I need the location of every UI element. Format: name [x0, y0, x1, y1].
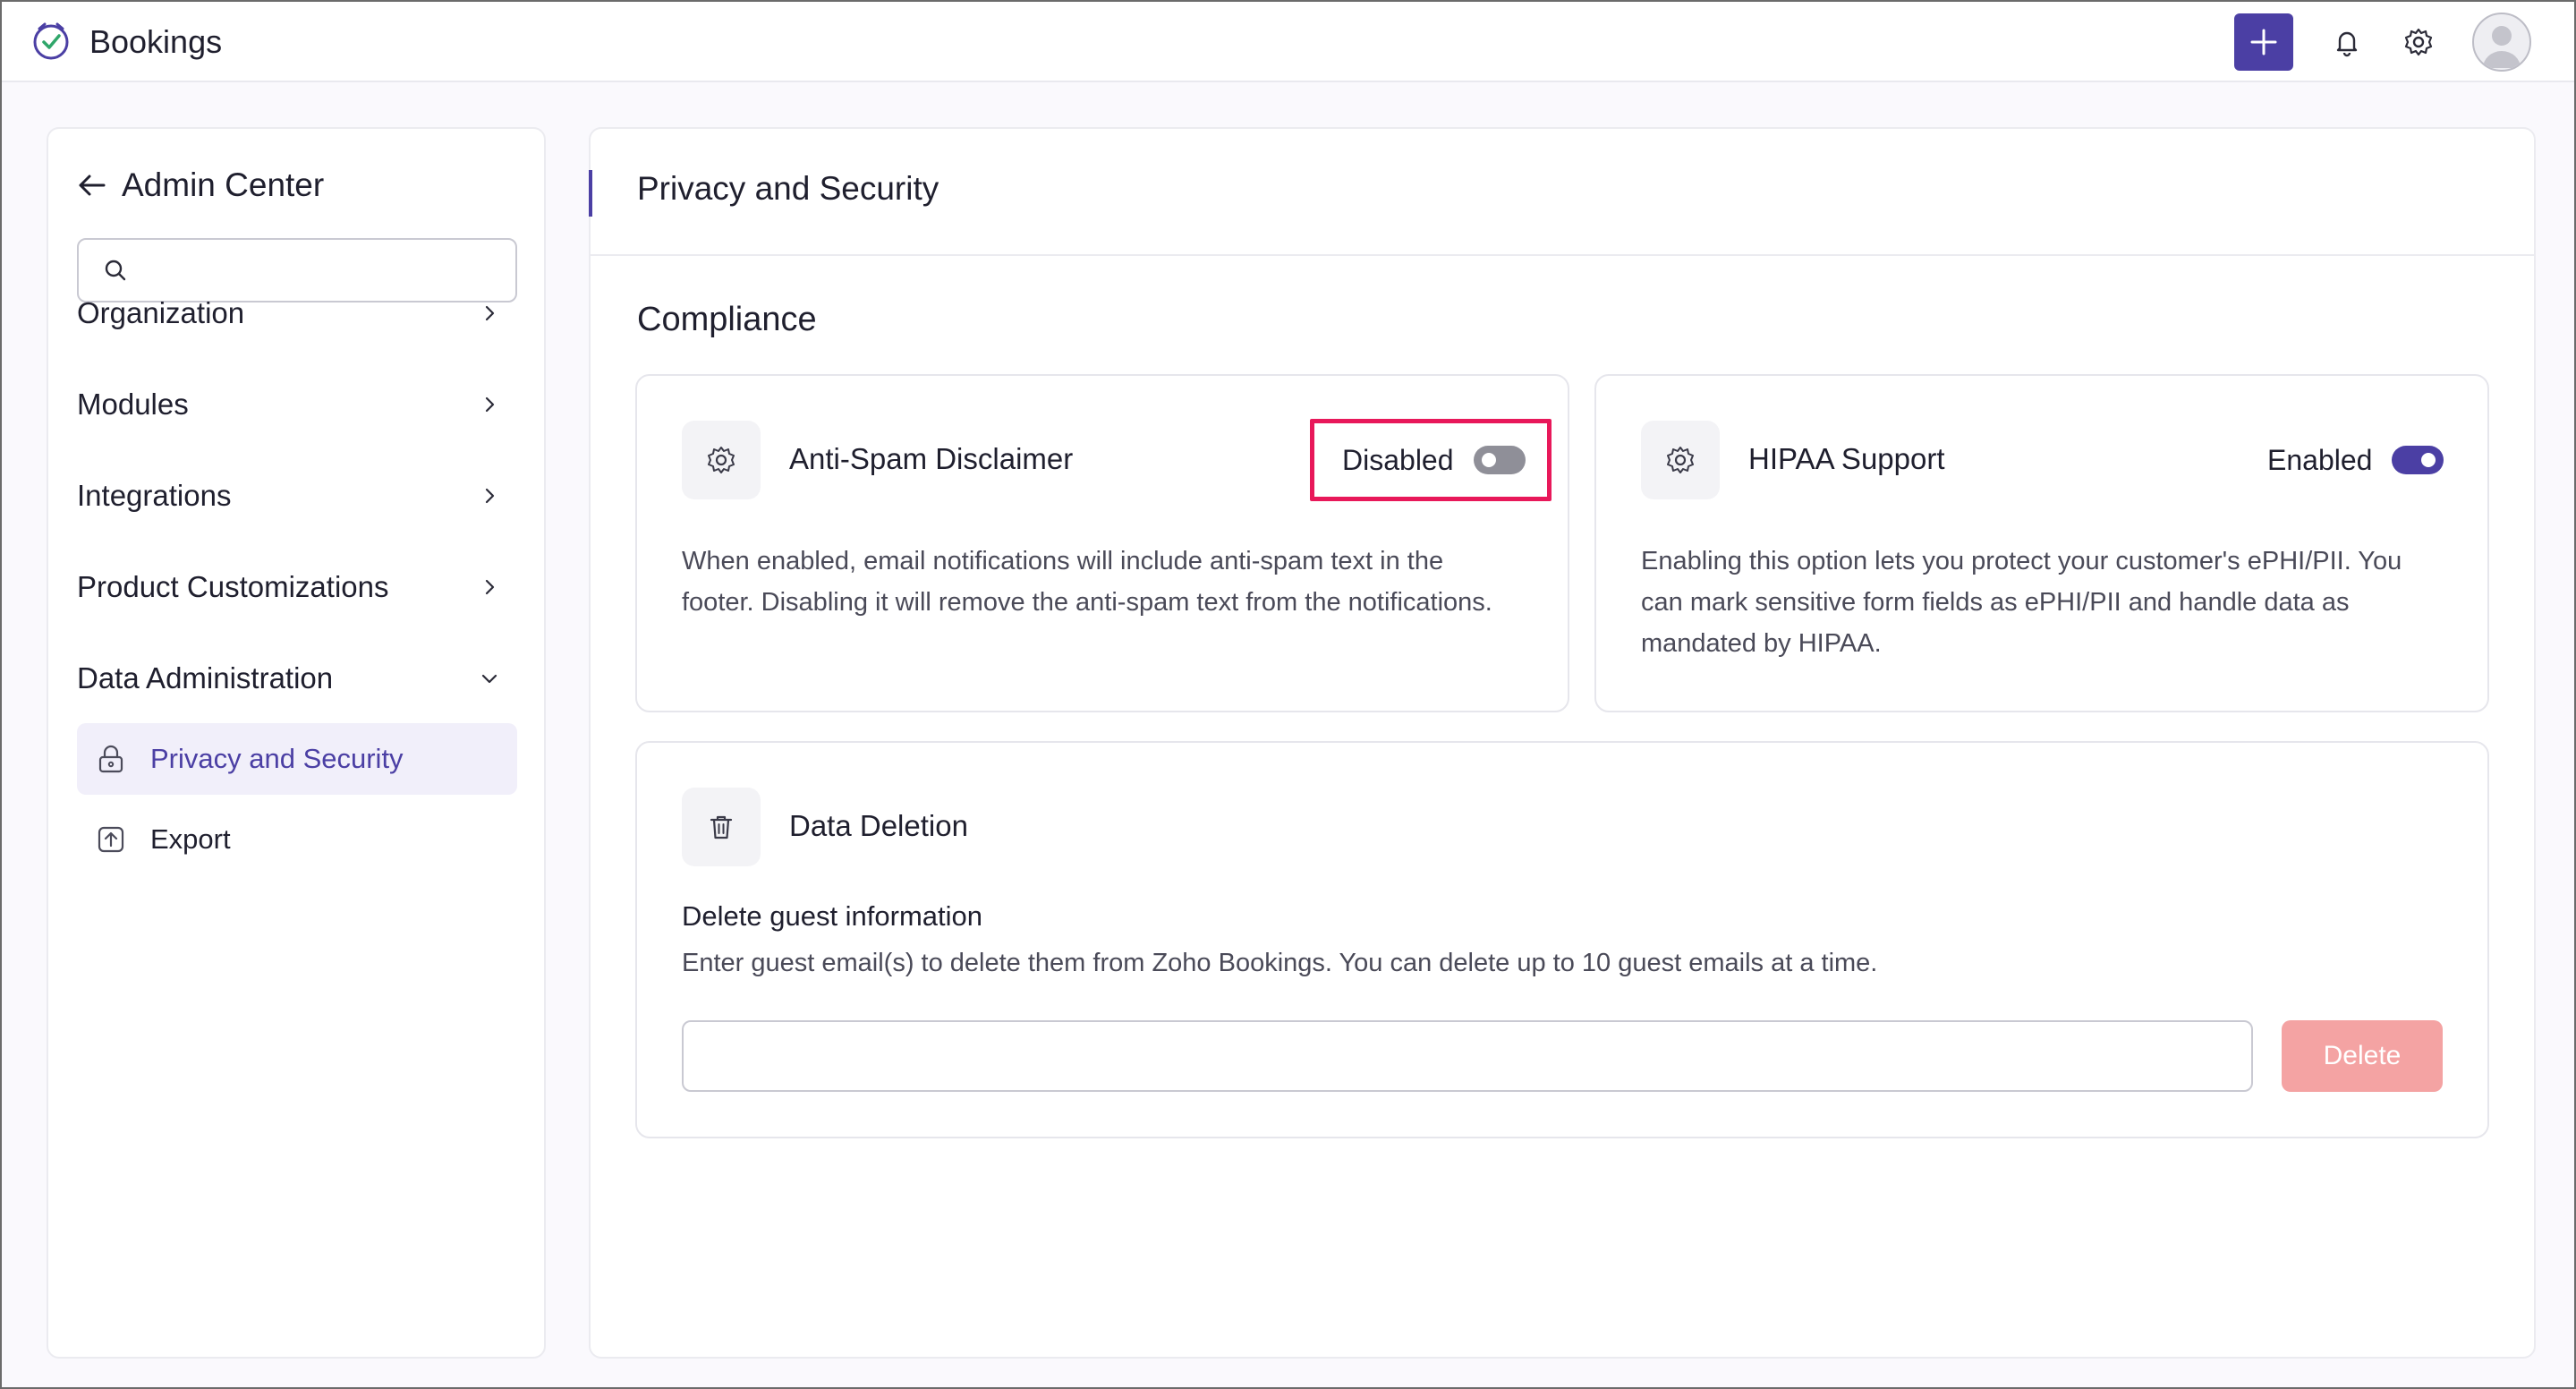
sidebar-item-product-customizations[interactable]: Product Customizations	[77, 560, 517, 614]
lock-icon	[98, 745, 123, 773]
search-icon	[105, 260, 126, 281]
arrow-left-icon	[79, 175, 106, 196]
guest-email-input[interactable]	[682, 1020, 2253, 1092]
sidebar-item-data-administration[interactable]: Data Administration	[77, 652, 517, 705]
sidebar-title: Admin Center	[122, 166, 325, 203]
delete-guest-description: Enter guest email(s) to delete them from…	[682, 949, 1878, 977]
hipaa-desc-line: mandated by HIPAA.	[1641, 629, 1882, 658]
avatar[interactable]	[2472, 13, 2531, 72]
top-bar: Bookings	[2, 2, 2574, 82]
gear-icon	[2404, 28, 2433, 56]
anti-spam-desc-line: When enabled, email notifications will i…	[682, 547, 1444, 575]
sidebar-item-organization[interactable]: Organization	[77, 286, 517, 340]
bookings-logo-icon	[29, 18, 73, 67]
chevron-right-icon	[485, 396, 495, 413]
export-icon	[98, 826, 124, 853]
notifications-button[interactable]	[2329, 24, 2365, 60]
sidebar-item-label: Integrations	[77, 479, 232, 512]
sidebar-item-label: Privacy and Security	[150, 743, 404, 774]
app-window: Bookings Admin Center Organization Modul…	[0, 0, 2576, 1389]
trash-icon	[710, 815, 733, 839]
gear-icon	[1667, 447, 1694, 473]
settings-button[interactable]	[2401, 24, 2436, 60]
hipaa-status: Enabled	[2267, 443, 2373, 476]
brand[interactable]: Bookings	[29, 18, 222, 66]
data-deletion-card: Data Deletion Delete guest information E…	[635, 741, 2489, 1138]
hipaa-card: HIPAA Support Enabled Enabling this opti…	[1594, 374, 2489, 712]
anti-spam-desc-line: footer. Disabling it will remove the ant…	[682, 588, 1492, 617]
chevron-down-icon	[481, 674, 497, 684]
sidebar-item-export[interactable]: Export	[77, 804, 517, 875]
page-title: Privacy and Security	[637, 170, 939, 207]
section-title: Compliance	[637, 301, 817, 338]
header-accent-bar	[589, 170, 592, 217]
app-name: Bookings	[89, 23, 223, 60]
anti-spam-title: Anti-Spam Disclaimer	[789, 442, 1074, 475]
sidebar-item-label: Export	[150, 823, 231, 855]
content-header: Privacy and Security	[589, 129, 2534, 256]
delete-guest-heading: Delete guest information	[682, 900, 983, 932]
data-deletion-title: Data Deletion	[789, 809, 968, 842]
plus-icon	[2250, 29, 2277, 55]
sidebar-item-label: Data Administration	[77, 661, 334, 694]
anti-spam-description: When enabled, email notifications will i…	[682, 541, 1492, 623]
hipaa-desc-line: Enabling this option lets you protect yo…	[1641, 547, 2402, 575]
add-button[interactable]	[2234, 13, 2293, 71]
delete-button[interactable]: Delete	[2282, 1020, 2443, 1092]
toggle-knob	[2421, 453, 2436, 467]
content-panel: Privacy and Security Compliance Anti-Spa…	[589, 127, 2536, 1359]
anti-spam-icon-box	[682, 421, 761, 499]
bell-icon	[2336, 31, 2358, 57]
hipaa-toggle[interactable]	[2392, 446, 2444, 474]
hipaa-toggle-group[interactable]: Enabled	[2267, 433, 2444, 487]
back-to-admin[interactable]: Admin Center	[75, 163, 324, 208]
sidebar-item-label: Organization	[77, 296, 245, 329]
anti-spam-card: Anti-Spam Disclaimer Disabled When enabl…	[635, 374, 1569, 712]
highlight-box	[1310, 419, 1552, 501]
hipaa-desc-line: can mark sensitive form fields as ePHI/P…	[1641, 588, 2350, 617]
data-deletion-icon-box	[682, 788, 761, 866]
sidebar-item-privacy-and-security[interactable]: Privacy and Security	[77, 723, 517, 795]
sidebar-item-modules[interactable]: Modules	[77, 378, 517, 431]
chevron-right-icon	[485, 579, 495, 595]
gear-icon	[708, 447, 735, 473]
sidebar-item-integrations[interactable]: Integrations	[77, 469, 517, 523]
user-avatar-icon	[2483, 26, 2521, 68]
chevron-right-icon	[485, 488, 495, 504]
admin-sidebar: Admin Center Organization Modules Integr…	[47, 127, 546, 1359]
sidebar-item-label: Product Customizations	[77, 570, 389, 603]
chevron-right-icon	[485, 305, 495, 321]
top-actions	[2234, 11, 2531, 73]
hipaa-description: Enabling this option lets you protect yo…	[1641, 541, 2402, 664]
sidebar-item-label: Modules	[77, 388, 189, 421]
workspace: Admin Center Organization Modules Integr…	[2, 82, 2574, 1387]
hipaa-icon-box	[1641, 421, 1720, 499]
hipaa-title: HIPAA Support	[1748, 442, 1945, 475]
